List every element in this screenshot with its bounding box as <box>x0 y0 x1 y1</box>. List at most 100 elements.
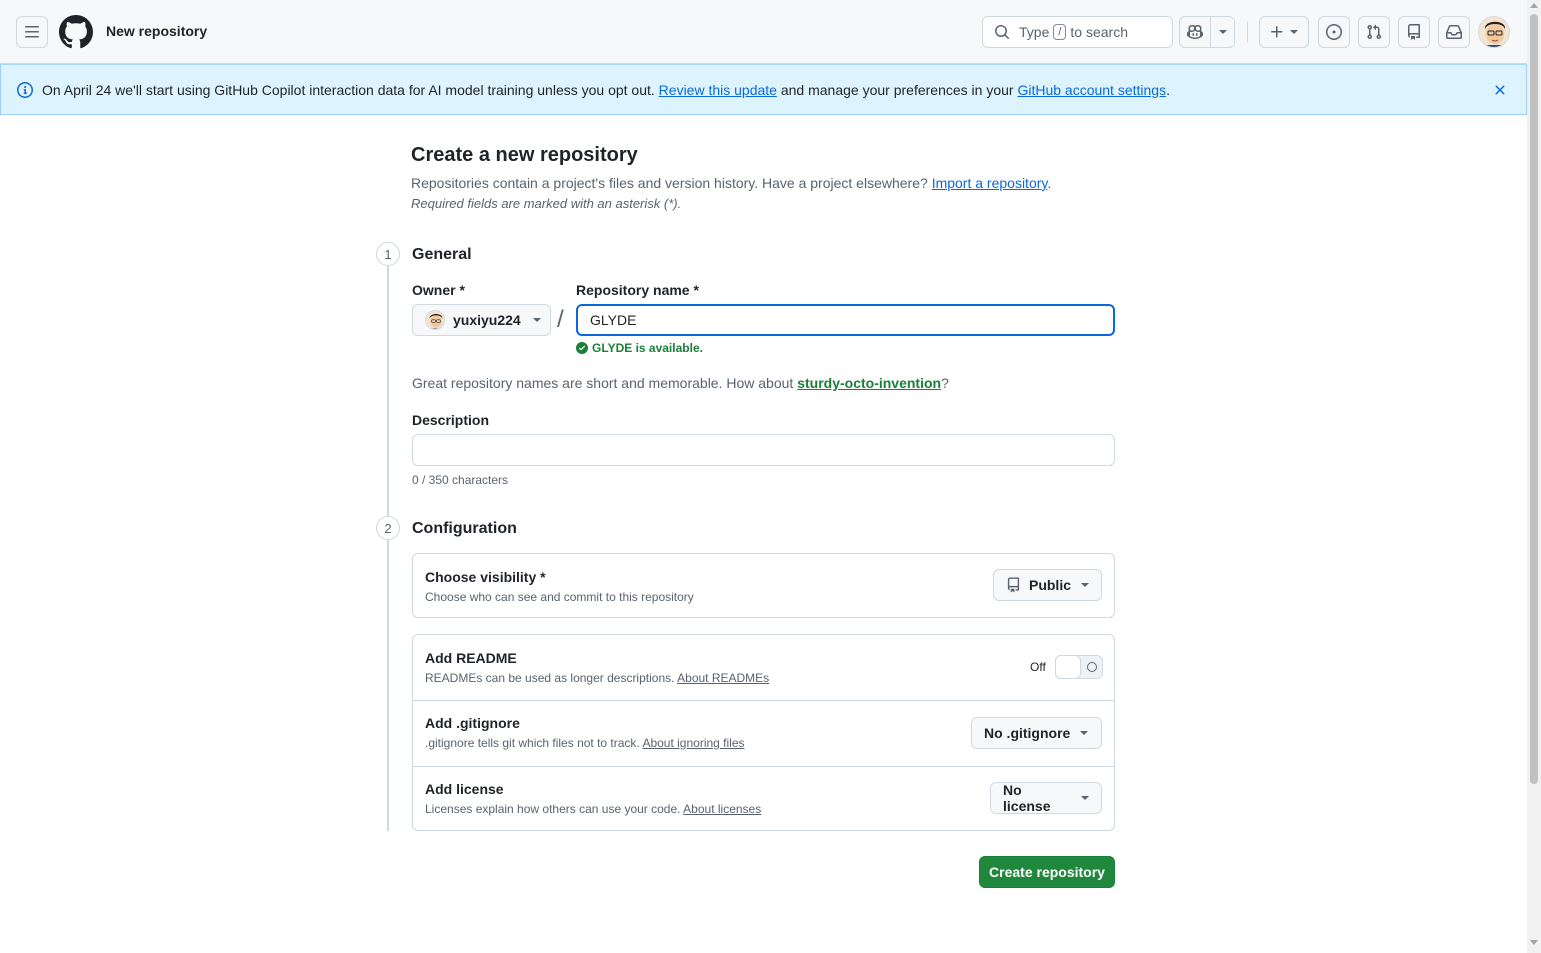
create-repository-button[interactable]: Create repository <box>979 856 1115 888</box>
issues-icon <box>1326 24 1342 40</box>
search-placeholder-suffix: to search <box>1070 24 1129 40</box>
banner-text-middle: and manage your preferences in your <box>780 81 1014 98</box>
suggested-name-link[interactable]: sturdy-octo-invention <box>797 375 941 391</box>
section-title-configuration: Configuration <box>412 520 517 537</box>
scroll-thumb[interactable] <box>1530 14 1538 784</box>
owner-select[interactable]: yuxiyu224 <box>412 304 551 336</box>
owner-avatar <box>425 310 445 330</box>
step-number-configuration: 2 <box>376 516 400 540</box>
copilot-notice-banner: On April 24 we'll start using GitHub Cop… <box>0 64 1527 115</box>
owner-value: yuxiyu224 <box>453 312 521 328</box>
owner-label: Owner * <box>412 282 465 298</box>
visibility-subtitle: Choose who can see and commit to this re… <box>425 590 694 604</box>
page-scrollbar[interactable] <box>1527 0 1541 953</box>
repository-name-input[interactable] <box>576 304 1115 336</box>
description-char-count: 0 / 350 characters <box>412 473 509 487</box>
readme-row: Add README READMEs can be used as longer… <box>413 635 1114 700</box>
repo-icon <box>1408 24 1420 40</box>
license-value: No license <box>1003 782 1051 814</box>
info-icon <box>17 81 33 98</box>
description-input[interactable] <box>412 434 1115 466</box>
create-new-button[interactable] <box>1259 16 1309 48</box>
suggestion-end: ? <box>941 375 949 391</box>
search-shortcut-key: / <box>1053 24 1067 40</box>
close-banner-button[interactable] <box>1492 82 1508 101</box>
gitignore-row: Add .gitignore .gitignore tells git whic… <box>413 701 1114 766</box>
hamburger-menu-button[interactable] <box>16 16 48 48</box>
pull-requests-button[interactable] <box>1358 16 1390 48</box>
gitignore-select[interactable]: No .gitignore <box>971 717 1102 749</box>
banner-text: On April 24 we'll start using GitHub Cop… <box>42 81 655 98</box>
scroll-up-arrow-icon[interactable] <box>1530 3 1538 8</box>
banner-text-end: . <box>1166 81 1170 98</box>
scroll-down-arrow-icon[interactable] <box>1530 940 1538 945</box>
steps-timeline <box>387 262 389 831</box>
license-row: Add license Licenses explain how others … <box>413 767 1114 832</box>
owner-repo-separator: / <box>557 306 564 333</box>
chevron-down-icon <box>1080 731 1089 735</box>
visibility-panel: Choose visibility * Choose who can see a… <box>412 553 1115 618</box>
repository-name-label: Repository name * <box>576 282 699 298</box>
copilot-button[interactable] <box>1179 16 1235 48</box>
account-settings-link[interactable]: GitHub account settings <box>1017 82 1166 98</box>
header-divider <box>1247 22 1248 42</box>
chevron-down-icon <box>1081 583 1089 587</box>
availability-text: GLYDE is available. <box>592 341 703 355</box>
copilot-dropdown-caret[interactable] <box>1219 30 1227 34</box>
required-fields-note: Required fields are marked with an aster… <box>411 196 682 211</box>
readme-subtitle: READMEs can be used as longer descriptio… <box>425 671 769 685</box>
visibility-select[interactable]: Public <box>993 569 1102 601</box>
gitignore-value: No .gitignore <box>984 725 1071 741</box>
repositories-button[interactable] <box>1398 16 1430 48</box>
chevron-down-icon <box>1081 796 1089 800</box>
search-placeholder-prefix: Type <box>1019 24 1050 40</box>
inbox-button[interactable] <box>1438 16 1470 48</box>
main-heading: Create a new repository <box>411 144 638 166</box>
close-icon <box>1495 85 1505 95</box>
description-label: Description <box>412 412 490 428</box>
readme-description: READMEs can be used as longer descriptio… <box>425 671 675 685</box>
hamburger-icon <box>25 26 39 38</box>
about-licenses-link[interactable]: About licenses <box>683 802 761 816</box>
check-circle-icon <box>576 342 588 354</box>
license-title: Add license <box>425 781 504 797</box>
readme-toggle-switch[interactable] <box>1055 655 1103 679</box>
visibility-value: Public <box>1028 577 1071 593</box>
visibility-title: Choose visibility * <box>425 569 546 585</box>
import-repository-link[interactable]: Import a repository <box>932 175 1048 191</box>
intro-text: Repositories contain a project's files a… <box>411 175 1051 191</box>
repo-icon <box>1007 577 1020 593</box>
chevron-down-icon <box>532 318 541 322</box>
inbox-icon <box>1446 25 1462 39</box>
top-header: New repository Type / to search <box>0 0 1527 64</box>
review-update-link[interactable]: Review this update <box>659 82 777 98</box>
intro-end: . <box>1047 175 1052 191</box>
plus-icon <box>1271 26 1283 38</box>
suggestion-text: Great repository names are short and mem… <box>412 375 794 391</box>
toggle-off-icon <box>1087 662 1097 672</box>
gitignore-description: .gitignore tells git which files not to … <box>425 736 640 750</box>
gitignore-title: Add .gitignore <box>425 715 520 731</box>
readme-toggle-state: Off <box>1030 660 1046 674</box>
search-icon <box>995 25 1010 40</box>
copilot-icon <box>1187 24 1203 40</box>
user-avatar[interactable] <box>1478 16 1510 48</box>
license-subtitle: Licenses explain how others can use your… <box>425 802 761 816</box>
pull-request-icon <box>1367 24 1382 40</box>
about-ignoring-files-link[interactable]: About ignoring files <box>642 736 744 750</box>
readme-title: Add README <box>425 650 517 666</box>
page-title[interactable]: New repository <box>106 23 207 39</box>
issues-button[interactable] <box>1318 16 1350 48</box>
repository-options-panel: Add README READMEs can be used as longer… <box>412 634 1115 831</box>
about-readmes-link[interactable]: About READMEs <box>677 671 769 685</box>
license-description: Licenses explain how others can use your… <box>425 802 681 816</box>
name-suggestion: Great repository names are short and mem… <box>412 375 949 391</box>
availability-message: GLYDE is available. <box>576 341 703 355</box>
step-number-general: 1 <box>376 242 400 266</box>
gitignore-subtitle: .gitignore tells git which files not to … <box>425 736 745 750</box>
create-dropdown-caret <box>1290 30 1298 34</box>
github-logo-icon[interactable] <box>58 15 93 49</box>
license-select[interactable]: No license <box>990 782 1102 814</box>
toggle-knob <box>1055 655 1081 679</box>
search-input[interactable]: Type / to search <box>982 16 1173 48</box>
